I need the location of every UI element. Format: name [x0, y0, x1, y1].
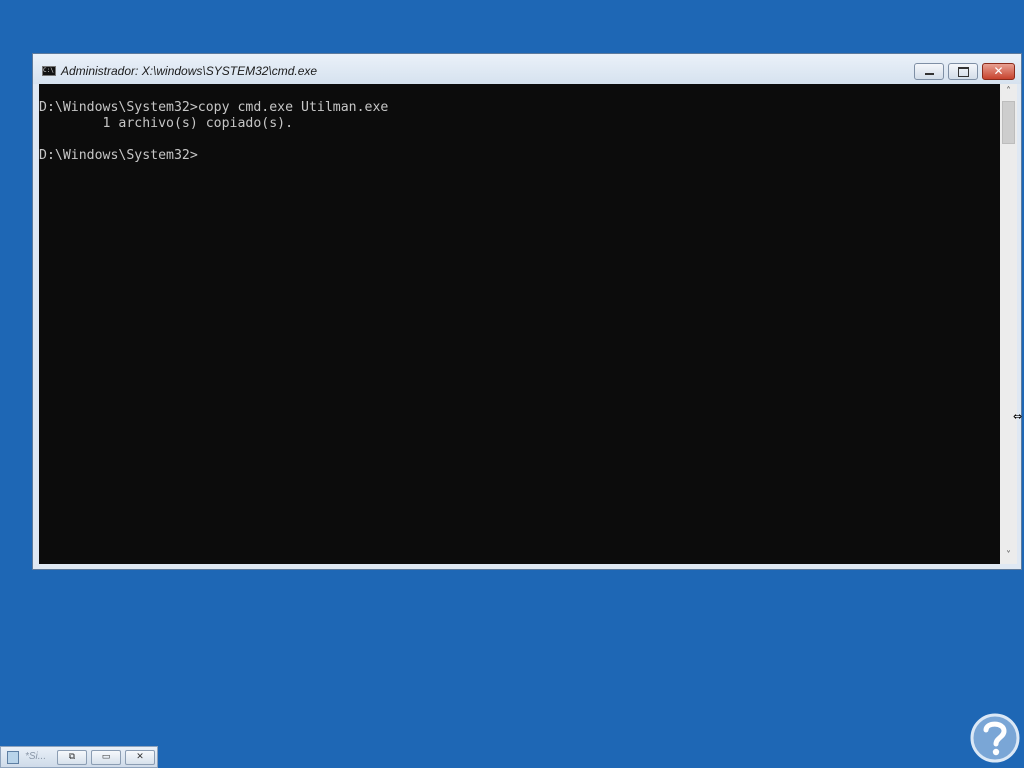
maximize-button[interactable]: ▭ [91, 750, 121, 765]
title-bar[interactable]: C:\ Administrador: X:\windows\SYSTEM32\c… [33, 54, 1021, 84]
restore-icon: ⧉ [68, 752, 76, 762]
close-button[interactable]: ✕ [982, 63, 1015, 80]
console-output[interactable]: D:\Windows\System32>copy cmd.exe Utilman… [39, 84, 1000, 564]
maximize-button[interactable] [948, 63, 978, 80]
minimize-icon [925, 73, 934, 75]
console-window: C:\ Administrador: X:\windows\SYSTEM32\c… [32, 53, 1022, 570]
minimized-window-title: *Si... [25, 751, 47, 762]
scrollbar-thumb[interactable] [1002, 101, 1015, 144]
console-prompt-line: D:\Windows\System32> [39, 148, 198, 163]
logo-icon [970, 713, 1020, 763]
scroll-down-icon[interactable]: ˅ [1000, 548, 1017, 564]
close-icon: ✕ [136, 752, 144, 762]
console-icon: C:\ [42, 66, 56, 76]
maximize-icon [958, 67, 969, 77]
console-icon-text: C:\ [43, 67, 54, 74]
scroll-up-icon[interactable]: ˄ [1000, 84, 1017, 100]
minimize-button[interactable] [914, 63, 944, 80]
maximize-icon: ▭ [101, 752, 111, 762]
console-line: 1 archivo(s) copiado(s). [39, 116, 294, 131]
window-title: Administrador: X:\windows\SYSTEM32\cmd.e… [61, 64, 318, 78]
close-icon: ✕ [993, 64, 1004, 78]
close-button[interactable]: ✕ [125, 750, 155, 765]
vertical-scrollbar[interactable]: ˄ ˅ [1000, 84, 1017, 564]
resize-cursor-icon: ⇔ [1013, 410, 1023, 423]
restore-button[interactable]: ⧉ [57, 750, 87, 765]
minimized-window[interactable]: *Si... ⧉ ▭ ✕ [0, 746, 158, 768]
notepad-icon [7, 751, 19, 764]
console-line: D:\Windows\System32>copy cmd.exe Utilman… [39, 100, 389, 115]
